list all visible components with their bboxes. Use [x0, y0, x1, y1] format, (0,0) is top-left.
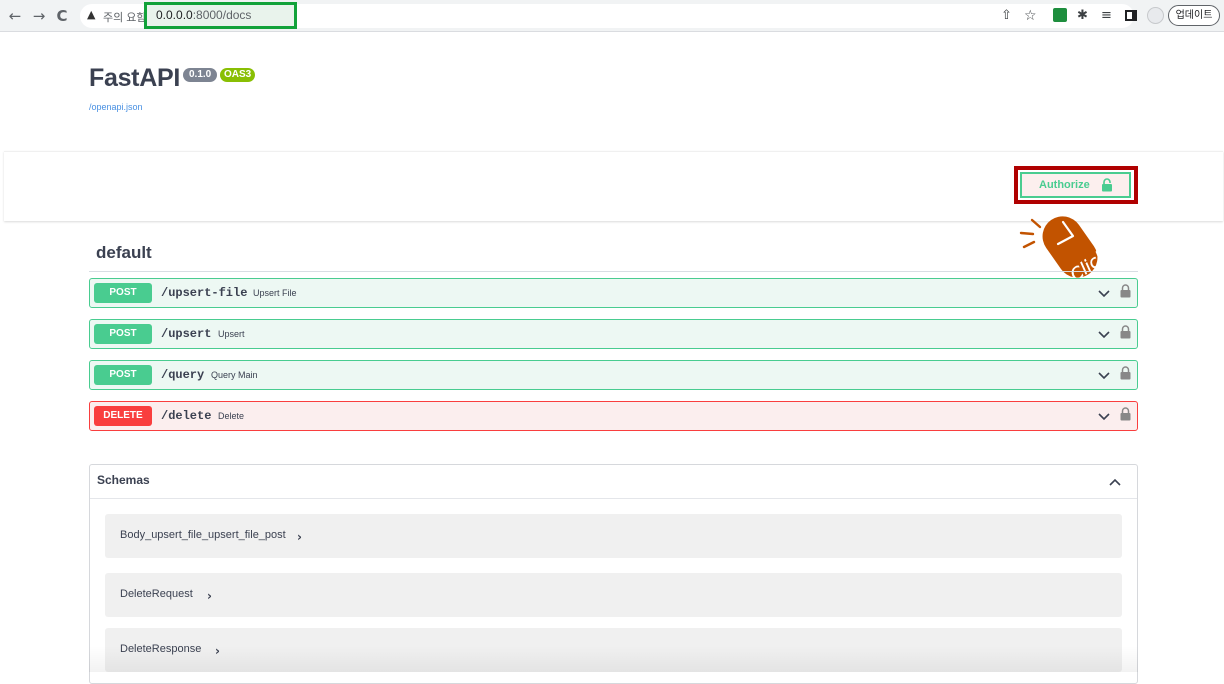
operation-query[interactable]: POST /query Query Main — [89, 360, 1138, 390]
share-icon[interactable]: ⇧ — [1001, 8, 1012, 24]
authorize-label: Authorize — [1039, 179, 1090, 191]
section-divider — [89, 271, 1138, 272]
chevron-right-icon[interactable]: › — [297, 530, 302, 544]
method-badge: POST — [94, 365, 152, 385]
schema-model-name: DeleteResponse — [120, 643, 202, 655]
operation-path: /upsert — [161, 327, 212, 341]
more-menu-icon[interactable]: ⋮ — [1219, 7, 1224, 23]
back-icon[interactable]: ← — [6, 6, 24, 26]
translate-extension-icon[interactable] — [1053, 8, 1067, 22]
browser-toolbar: ← → C ▲ 주의 요함 0.0.0.0:8000/docs ⇧ ☆ ✱ ≡ … — [0, 0, 1224, 32]
schema-model[interactable]: DeleteRequest › — [105, 573, 1122, 617]
reload-icon[interactable]: C — [53, 6, 71, 26]
lock-icon[interactable] — [1120, 325, 1131, 339]
method-badge: DELETE — [94, 406, 152, 426]
method-badge: POST — [94, 324, 152, 344]
operation-path: /query — [161, 368, 205, 382]
schema-model-name: Body_upsert_file_upsert_file_post — [120, 529, 286, 541]
lock-icon — [1102, 178, 1112, 192]
schema-model[interactable]: DeleteResponse › — [105, 628, 1122, 672]
operation-upsert[interactable]: POST /upsert Upsert — [89, 319, 1138, 349]
url-path: :8000/docs — [192, 8, 252, 22]
chevron-down-icon[interactable] — [1097, 368, 1111, 382]
extensions-puzzle-icon[interactable]: ✱ — [1077, 8, 1088, 24]
operation-delete[interactable]: DELETE /delete Delete — [89, 401, 1138, 431]
schema-model[interactable]: Body_upsert_file_upsert_file_post › — [105, 514, 1122, 558]
chevron-down-icon[interactable] — [1097, 409, 1111, 423]
schemas-title: Schemas — [97, 473, 150, 487]
operation-summary: Delete — [218, 411, 245, 421]
warning-icon[interactable]: ▲ — [87, 8, 95, 21]
method-badge: POST — [94, 283, 152, 303]
security-warning-label[interactable]: 주의 요함 — [103, 9, 147, 25]
profile-avatar[interactable] — [1147, 7, 1164, 24]
authorize-button[interactable]: Authorize — [1020, 172, 1131, 198]
side-panel-icon[interactable] — [1125, 10, 1137, 21]
click-burst-lines — [1019, 218, 1042, 249]
chevron-up-icon[interactable] — [1108, 475, 1122, 489]
operation-summary: Query Main — [211, 370, 258, 380]
schemas-header[interactable]: Schemas — [90, 465, 1137, 499]
operation-summary: Upsert — [218, 329, 245, 339]
reading-list-icon[interactable]: ≡ — [1101, 8, 1112, 24]
operation-path: /upsert-file — [161, 286, 248, 300]
bookmark-star-icon[interactable]: ☆ — [1024, 8, 1037, 24]
lock-icon[interactable] — [1120, 407, 1131, 421]
operation-path: /delete — [161, 409, 212, 423]
operation-summary: Upsert File — [253, 288, 297, 298]
schema-model-name: DeleteRequest — [120, 588, 193, 600]
lock-icon[interactable] — [1120, 366, 1131, 380]
api-title: FastAPI — [89, 64, 180, 92]
chevron-right-icon[interactable]: › — [207, 589, 212, 603]
openapi-json-link[interactable]: /openapi.json — [89, 102, 143, 112]
version-badge: 0.1.0 — [183, 68, 218, 82]
chevron-down-icon[interactable] — [1097, 327, 1111, 341]
lock-icon[interactable] — [1120, 284, 1131, 298]
oas-badge: OAS3 — [220, 68, 256, 82]
url-host: 0.0.0.0 — [156, 8, 193, 22]
operation-upsert-file[interactable]: POST /upsert-file Upsert File — [89, 278, 1138, 308]
update-button[interactable]: 업데이트 — [1168, 5, 1220, 26]
url-field[interactable]: 0.0.0.0:8000/docs — [144, 2, 297, 29]
schemas-section: Schemas Body_upsert_file_upsert_file_pos… — [89, 464, 1138, 684]
forward-icon[interactable]: → — [30, 6, 48, 26]
tag-section-title[interactable]: default — [96, 243, 152, 263]
click-annotation: Click — [1019, 216, 1113, 286]
chevron-right-icon[interactable]: › — [215, 644, 220, 658]
chevron-down-icon[interactable] — [1097, 286, 1111, 300]
